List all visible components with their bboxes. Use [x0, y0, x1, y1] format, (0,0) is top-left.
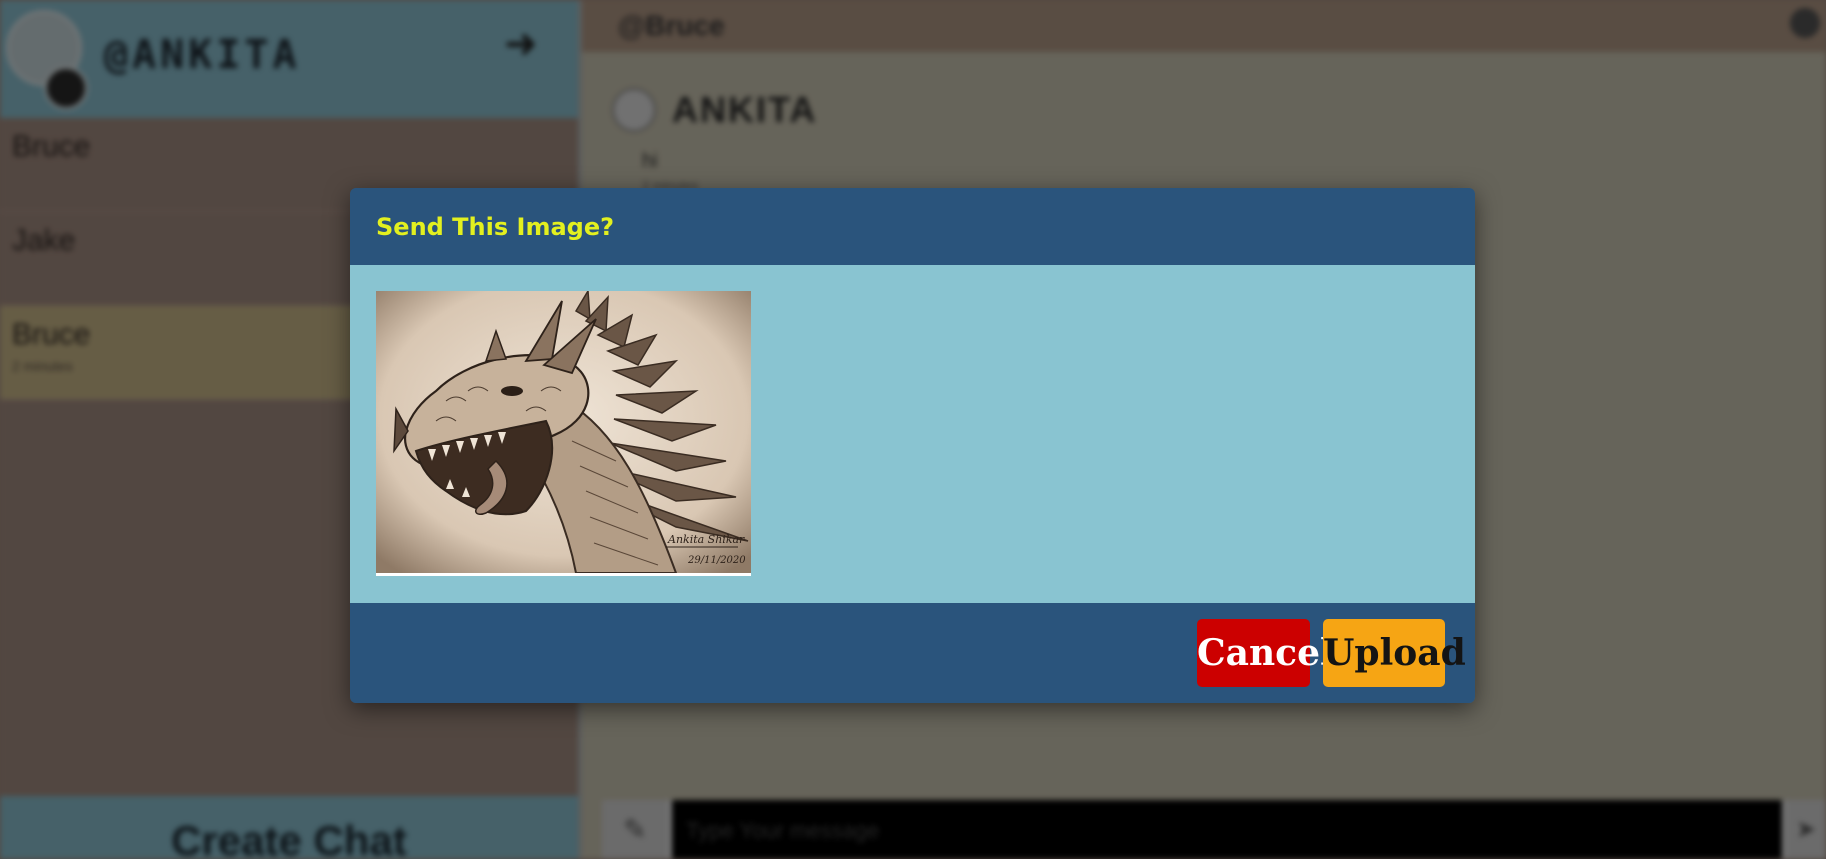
dialog-title: Send This Image?: [376, 212, 615, 241]
upload-button[interactable]: Upload: [1323, 619, 1466, 687]
send-image-dialog: Send This Image? Ankita Shikar 29/11/202…: [350, 188, 1475, 703]
dialog-body: Ankita Shikar 29/11/2020: [350, 265, 1475, 603]
image-date: 29/11/2020: [687, 555, 746, 566]
cancel-button[interactable]: Cancel: [1197, 619, 1334, 687]
image-signature: Ankita Shikar: [667, 533, 745, 546]
chat-app: @ANKITA ➜ Bruce Jake Bruce 2 minutes Cre…: [0, 0, 1826, 859]
image-preview: Ankita Shikar 29/11/2020: [376, 291, 751, 576]
dialog-footer: Cancel Upload: [350, 603, 1475, 703]
dialog-header: Send This Image?: [350, 188, 1475, 265]
dragon-sketch-image: Ankita Shikar 29/11/2020: [376, 291, 751, 573]
